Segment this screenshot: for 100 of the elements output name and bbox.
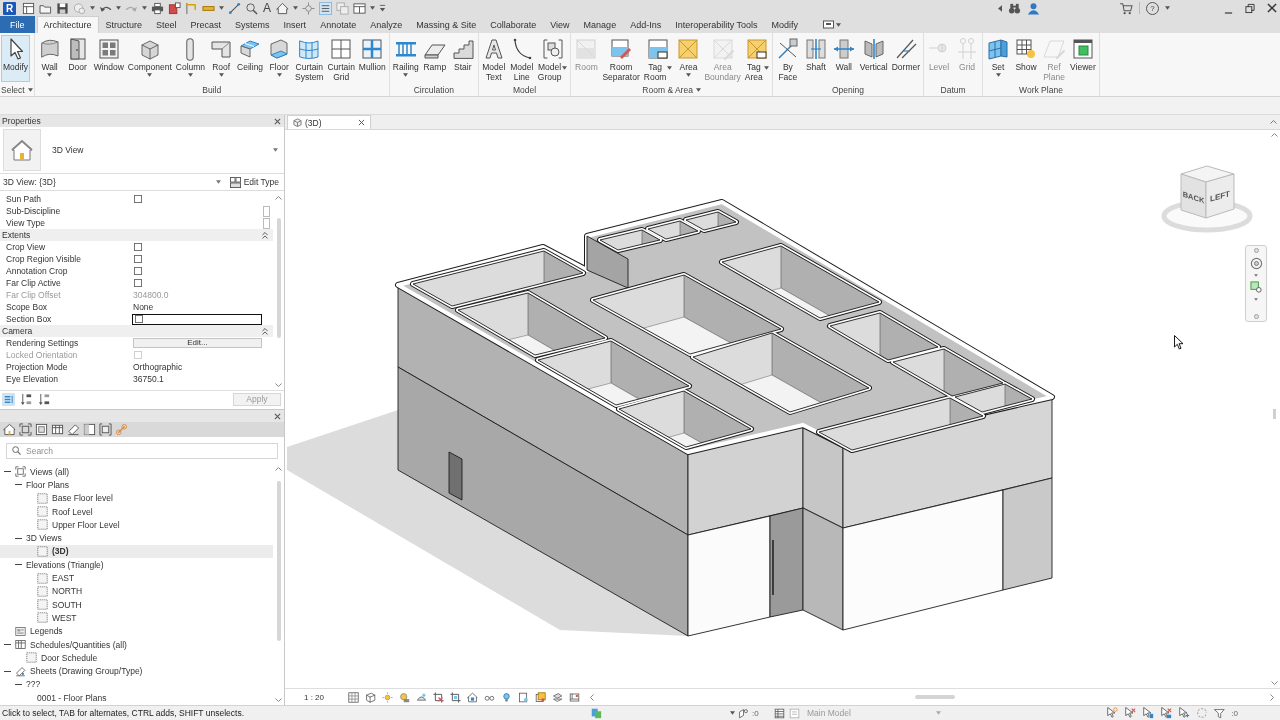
- wall-button[interactable]: Wall: [35, 35, 64, 82]
- app-logo[interactable]: R: [3, 1, 16, 15]
- filter-icon[interactable]: [1214, 707, 1226, 719]
- window-layout-icon[interactable]: [353, 1, 366, 15]
- roof-button[interactable]: Roof: [207, 35, 236, 82]
- house-icon[interactable]: [3, 423, 16, 436]
- search-field[interactable]: Search: [6, 442, 278, 459]
- restore-icon[interactable]: [1245, 2, 1255, 14]
- layout-icon[interactable]: [22, 1, 35, 15]
- collapse-toggle-icon[interactable]: [4, 641, 11, 648]
- ribbon-tab[interactable]: Modify: [764, 16, 806, 33]
- split-window-icon[interactable]: [83, 423, 96, 436]
- cart-icon[interactable]: [1120, 1, 1133, 15]
- caret-icon[interactable]: [90, 6, 95, 10]
- user-icon[interactable]: [1027, 1, 1040, 15]
- by-face-button[interactable]: By Face: [773, 35, 802, 82]
- tree-item[interactable]: (3D): [0, 544, 273, 559]
- magnifier-icon[interactable]: [245, 1, 258, 15]
- detail-level-icon[interactable]: [348, 691, 359, 703]
- cube-outline-icon[interactable]: [365, 691, 376, 703]
- tag-room-button[interactable]: Tag Room: [641, 35, 675, 82]
- categorize-icon[interactable]: [2, 392, 15, 406]
- scroll-down-icon[interactable]: [275, 698, 282, 702]
- model-line-button[interactable]: Model Line: [507, 35, 536, 82]
- shaft-button[interactable]: Shaft: [801, 35, 830, 82]
- caret-icon[interactable]: [1165, 6, 1170, 10]
- crop-cross-icon[interactable]: [433, 691, 444, 703]
- scale-button[interactable]: 1 : 20: [302, 692, 326, 702]
- ribbon-tab[interactable]: View: [543, 16, 577, 33]
- window-button[interactable]: Window: [91, 35, 126, 82]
- tree-item[interactable]: Sheets (Drawing Group/Type): [0, 664, 273, 678]
- thin-lines-icon[interactable]: [319, 1, 332, 15]
- stacked-squares-icon[interactable]: [535, 691, 546, 703]
- room-separator-button[interactable]: Room Separator: [600, 35, 642, 82]
- bracket-icon[interactable]: [99, 423, 112, 436]
- ribbon-tab[interactable]: Collaborate: [483, 16, 544, 33]
- export-icon[interactable]: [168, 1, 181, 15]
- checkbox[interactable]: [134, 243, 142, 251]
- set-work-plane-button[interactable]: Set: [984, 35, 1013, 82]
- views-frame-icon[interactable]: [19, 423, 32, 436]
- shadow-icon[interactable]: [399, 691, 410, 703]
- caret-icon[interactable]: [836, 22, 842, 27]
- scroll-up-icon[interactable]: [275, 196, 282, 200]
- print-icon[interactable]: [151, 1, 164, 15]
- table-icon[interactable]: [774, 707, 785, 719]
- viewer-button[interactable]: Viewer: [1068, 35, 1098, 82]
- cube-drawing[interactable]: [1180, 165, 1235, 219]
- sort-ascending-icon[interactable]: [20, 392, 33, 406]
- scrollbar-thumb[interactable]: [1272, 409, 1276, 419]
- column-button[interactable]: Column: [173, 35, 208, 82]
- tree-item[interactable]: NORTH: [0, 584, 273, 598]
- chevron-up-icon[interactable]: [1270, 120, 1277, 124]
- ribbon-tab[interactable]: Manage: [576, 16, 624, 33]
- edit-type-button[interactable]: Edit Type: [227, 175, 281, 189]
- caret-icon[interactable]: [730, 711, 735, 715]
- ribbon-tab[interactable]: Analyze: [363, 16, 410, 33]
- model-group-button[interactable]: Model Group: [535, 35, 570, 82]
- tag-area-button[interactable]: Tag Area: [742, 35, 771, 82]
- wall-opening-button[interactable]: Wall: [829, 35, 858, 82]
- component-button[interactable]: Component: [125, 35, 174, 82]
- tree-item[interactable]: Elevations (Triangle): [0, 558, 273, 572]
- ribbon-tab[interactable]: Massing & Site: [409, 16, 484, 33]
- tree-item[interactable]: Views (all): [0, 465, 273, 479]
- tree-item[interactable]: ???: [0, 677, 273, 692]
- curtain-grid-button[interactable]: Curtain Grid: [325, 35, 357, 82]
- vertical-scrollbar[interactable]: [273, 464, 284, 705]
- tree-item[interactable]: 0001 - Floor Plans: [0, 691, 273, 705]
- ribbon-tab[interactable]: Add-Ins: [623, 16, 669, 33]
- tree-item[interactable]: Legends: [0, 624, 273, 638]
- dome-icon[interactable]: [416, 691, 427, 703]
- stair-button[interactable]: Stair: [448, 35, 477, 82]
- ribbon-tab[interactable]: Interoperability Tools: [668, 16, 765, 33]
- area-button[interactable]: Area: [674, 35, 703, 82]
- caret-icon[interactable]: [1254, 298, 1258, 301]
- text-tool-button[interactable]: A: [262, 1, 272, 15]
- scrollbar-thumb[interactable]: [276, 218, 281, 338]
- steering-wheel-icon[interactable]: [1249, 257, 1263, 270]
- ribbon-tab[interactable]: Systems: [228, 16, 277, 33]
- left-triangle-icon[interactable]: [998, 4, 1002, 12]
- caret-icon[interactable]: [215, 180, 221, 184]
- close-icon[interactable]: [274, 412, 281, 420]
- model-text-button[interactable]: Model Text: [479, 35, 508, 82]
- modify-button[interactable]: Modify: [1, 35, 31, 82]
- scroll-up-icon[interactable]: [275, 467, 282, 471]
- tree-item[interactable]: Base Floor level: [0, 491, 273, 505]
- scroll-right-icon[interactable]: [1270, 693, 1274, 701]
- ceiling-button[interactable]: Ceiling: [235, 35, 266, 82]
- type-selector[interactable]: 3D View: [0, 127, 284, 174]
- active-value-field[interactable]: [132, 313, 262, 325]
- dormer-button[interactable]: Dormer: [889, 35, 923, 82]
- tree-item[interactable]: Schedules/Quantities (all): [0, 637, 273, 652]
- save-icon[interactable]: [56, 1, 69, 15]
- close-icon[interactable]: [274, 117, 281, 125]
- tree-item[interactable]: WEST: [0, 611, 273, 625]
- house-icon[interactable]: [276, 1, 289, 15]
- checkbox[interactable]: [135, 315, 143, 323]
- ribbon-tab[interactable]: Precast: [183, 16, 229, 33]
- zoom-icon[interactable]: [1249, 281, 1263, 294]
- caret-icon[interactable]: [142, 6, 147, 10]
- vertical-scrollbar[interactable]: [273, 193, 284, 390]
